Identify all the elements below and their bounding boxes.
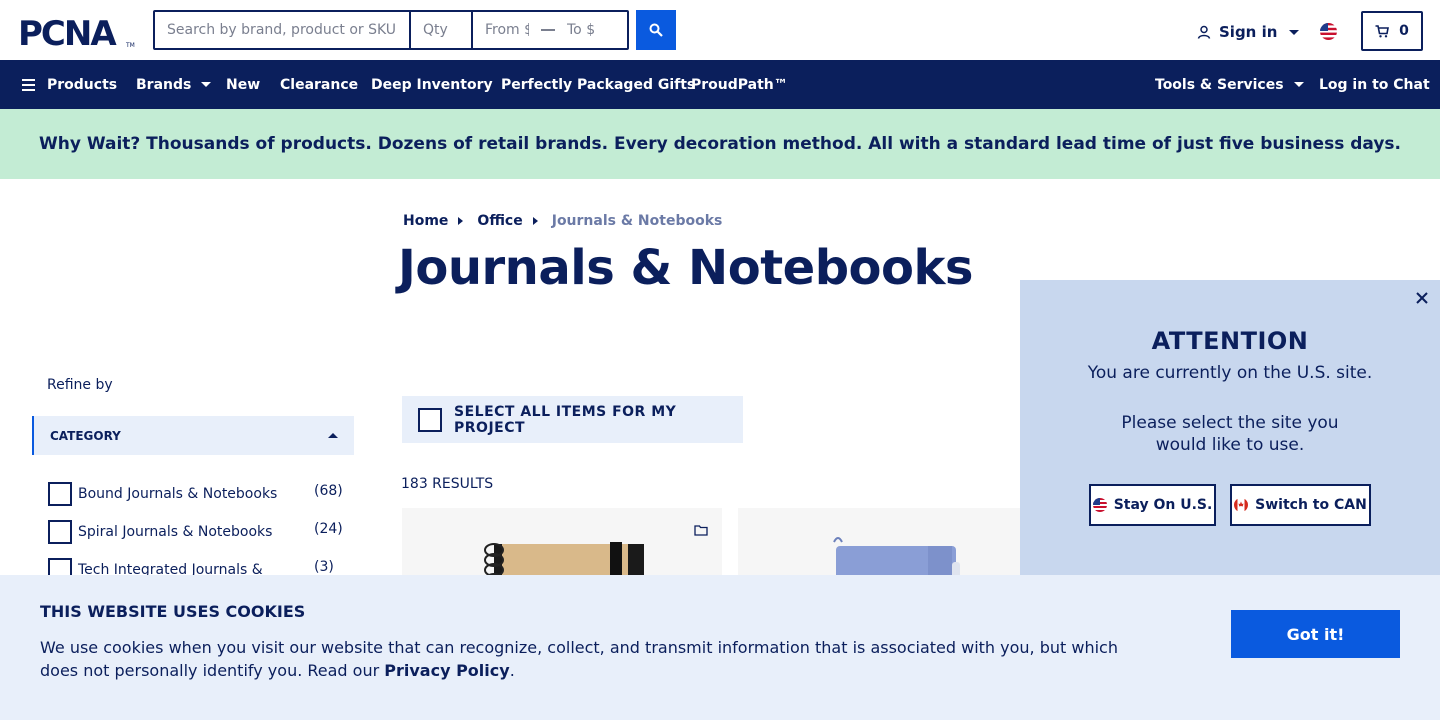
switch-to-can-label: Switch to CAN	[1255, 497, 1367, 513]
category-label: Spiral Journals & Notebooks	[78, 524, 273, 540]
dialog-title: ATTENTION	[1151, 327, 1309, 355]
cookie-message: We use cookies when you visit our websit…	[40, 636, 1140, 682]
canada-flag-icon	[1234, 498, 1249, 512]
pcna-logo[interactable]: PCNA TM	[18, 14, 138, 50]
accept-cookies-button[interactable]: Got it!	[1231, 610, 1400, 658]
stay-on-us-button[interactable]: Stay On U.S.	[1089, 484, 1216, 526]
category-heading: CATEGORY	[50, 428, 121, 443]
sign-in-label: Sign in	[1219, 23, 1278, 41]
nav-new[interactable]: New	[226, 60, 260, 109]
header: PCNA TM Sign in 0	[0, 0, 1440, 60]
nav-deep-inventory-label: Deep Inventory	[371, 76, 493, 93]
search-icon	[649, 23, 663, 37]
cookie-message-text: We use cookies when you visit our websit…	[40, 638, 1118, 680]
category-item[interactable]: Spiral Journals & Notebooks (24)	[48, 520, 348, 558]
category-checkbox[interactable]	[48, 482, 72, 506]
menu-icon	[22, 78, 35, 91]
chevron-up-icon	[328, 433, 338, 438]
promo-banner: Why Wait? Thousands of products. Dozens …	[0, 109, 1440, 179]
nav-packaged-gifts[interactable]: Perfectly Packaged Gifts	[501, 60, 695, 109]
nav-products-label: Products	[47, 76, 118, 93]
quantity-input[interactable]	[411, 12, 473, 48]
category-checkbox[interactable]	[48, 520, 72, 544]
us-flag-icon[interactable]	[1320, 23, 1337, 40]
nav-proudpath-label: ProudPath™	[691, 76, 788, 93]
select-all-items-toggle[interactable]: SELECT ALL ITEMS FOR MY PROJECT	[402, 396, 743, 443]
category-label: Bound Journals & Notebooks	[78, 486, 278, 502]
close-icon[interactable]	[1414, 290, 1430, 306]
cookie-message-end: .	[509, 661, 515, 680]
stay-on-us-label: Stay On U.S.	[1113, 497, 1213, 513]
breadcrumb-office[interactable]: Office	[477, 213, 522, 229]
page-title: Journals & Notebooks	[398, 240, 974, 296]
chevron-down-icon	[201, 82, 212, 87]
promo-text: Why Wait? Thousands of products. Dozens …	[38, 134, 1402, 154]
nav-proudpath[interactable]: ProudPath™	[691, 60, 788, 109]
nav-brands-label: Brands	[136, 76, 192, 93]
category-item[interactable]: Bound Journals & Notebooks (68)	[48, 482, 348, 520]
results-count: 183 RESULTS	[401, 476, 494, 492]
chevron-down-icon	[1289, 29, 1300, 35]
switch-to-can-button[interactable]: Switch to CAN	[1230, 484, 1371, 526]
region-select-dialog: ATTENTION You are currently on the U.S. …	[1020, 280, 1440, 580]
breadcrumb-home[interactable]: Home	[403, 213, 448, 229]
user-icon	[1197, 25, 1211, 39]
cookie-banner: THIS WEBSITE USES COOKIES We use cookies…	[0, 575, 1440, 720]
cookie-title: THIS WEBSITE USES COOKIES	[40, 602, 306, 621]
nav-tools-services[interactable]: Tools & Services	[1155, 60, 1304, 109]
nav-chat-label: Log in to Chat	[1319, 76, 1430, 93]
cart-count: 0	[1399, 23, 1409, 39]
select-all-checkbox[interactable]	[418, 407, 442, 432]
privacy-policy-link[interactable]: Privacy Policy	[384, 661, 509, 680]
price-range	[473, 12, 627, 48]
chevron-down-icon	[1293, 82, 1304, 87]
nav-new-label: New	[226, 76, 261, 93]
main-nav: Products Brands New Clearance Deep Inven…	[0, 60, 1440, 109]
select-all-label: SELECT ALL ITEMS FOR MY PROJECT	[454, 403, 677, 436]
search-bar	[153, 10, 629, 50]
nav-clearance-label: Clearance	[280, 76, 359, 93]
price-range-dash	[541, 29, 555, 31]
category-count: (3)	[314, 559, 334, 575]
nav-tools-label: Tools & Services	[1155, 76, 1284, 93]
category-count: (68)	[314, 483, 343, 499]
sign-in-menu[interactable]: Sign in	[1197, 20, 1300, 44]
price-from-input[interactable]	[473, 12, 541, 48]
us-flag-icon	[1092, 498, 1107, 512]
svg-text:PCNA: PCNA	[18, 14, 117, 50]
breadcrumb-separator-icon	[458, 217, 464, 225]
svg-text:TM: TM	[125, 42, 135, 49]
nav-clearance[interactable]: Clearance	[280, 60, 358, 109]
nav-packaged-gifts-label: Perfectly Packaged Gifts	[501, 76, 696, 93]
dialog-current-site: You are currently on the U.S. site.	[1087, 363, 1373, 383]
category-count: (24)	[314, 521, 343, 537]
refine-by-label: Refine by	[47, 377, 113, 393]
nav-brands[interactable]: Brands	[136, 60, 212, 109]
category-filter-header[interactable]: CATEGORY	[32, 416, 354, 455]
cart-icon	[1375, 24, 1390, 37]
breadcrumb-separator-icon	[532, 217, 538, 225]
nav-deep-inventory[interactable]: Deep Inventory	[371, 60, 493, 109]
breadcrumb: Home Office Journals & Notebooks	[403, 213, 722, 229]
cart-button[interactable]: 0	[1361, 11, 1423, 51]
nav-products[interactable]: Products	[22, 60, 117, 109]
nav-log-in-to-chat[interactable]: Log in to Chat	[1319, 60, 1430, 109]
price-to-input[interactable]	[555, 12, 623, 48]
search-input[interactable]	[155, 12, 411, 48]
search-button[interactable]	[636, 10, 676, 50]
breadcrumb-current: Journals & Notebooks	[551, 213, 723, 229]
dialog-instructions: Please select the site you would like to…	[1121, 413, 1339, 455]
